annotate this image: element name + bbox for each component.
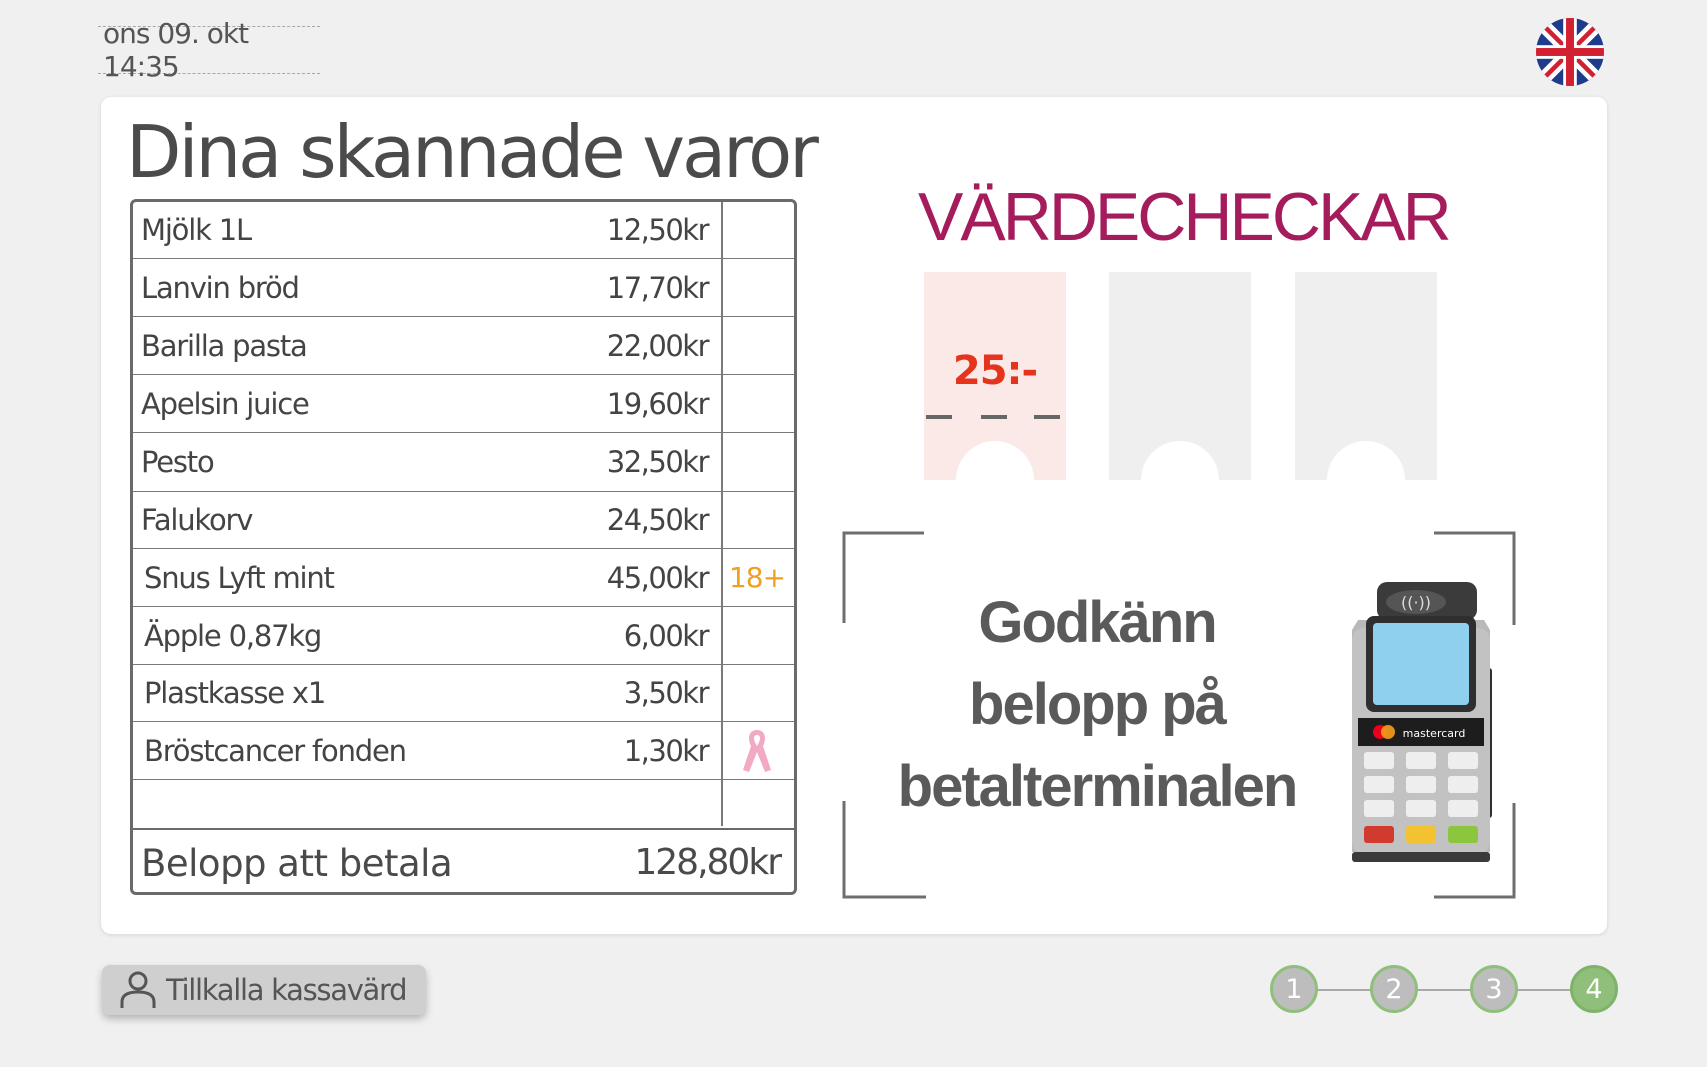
svg-text:((·)): ((·)) bbox=[1401, 593, 1431, 612]
item-price: 1,30kr bbox=[623, 733, 710, 768]
call-attendant-button[interactable]: Tillkalla kassavärd bbox=[102, 965, 426, 1015]
item-name: Bröstcancer fonden bbox=[144, 733, 407, 768]
step-2: 2 bbox=[1370, 965, 1418, 1013]
voucher-empty bbox=[1295, 272, 1437, 482]
table-row: Snus Lyft mint 45,00kr 18+ bbox=[133, 549, 794, 607]
table-row: Lanvin bröd 17,70kr bbox=[133, 259, 794, 317]
item-name: Äpple 0,87kg bbox=[144, 618, 322, 653]
step-3: 3 bbox=[1470, 965, 1518, 1013]
table-row: Äpple 0,87kg 6,00kr bbox=[133, 607, 794, 665]
uk-flag-icon[interactable] bbox=[1536, 18, 1604, 86]
terminal-message: Godkänn belopp på betalterminalen bbox=[862, 582, 1332, 828]
progress-steps: 1 2 3 4 bbox=[1270, 962, 1620, 1018]
item-name: Pesto bbox=[141, 445, 215, 479]
table-row: Mjölk 1L 12,50kr bbox=[133, 202, 794, 259]
pink-ribbon-icon bbox=[743, 729, 771, 772]
item-price: 3,50kr bbox=[623, 676, 710, 710]
age-restriction-badge: 18+ bbox=[728, 561, 786, 594]
item-name: Plastkasse x1 bbox=[144, 676, 326, 710]
item-price: 45,00kr bbox=[606, 560, 710, 595]
item-price: 32,50kr bbox=[606, 445, 710, 479]
item-name: Apelsin juice bbox=[141, 386, 310, 421]
table-row: Barilla pasta 22,00kr bbox=[133, 317, 794, 375]
datetime-display: ons 09. okt 14:35 bbox=[98, 17, 320, 83]
total-label: Belopp att betala bbox=[141, 842, 453, 885]
step-connector bbox=[1418, 989, 1472, 991]
call-attendant-label: Tillkalla kassavärd bbox=[166, 973, 408, 1007]
item-price: 17,70kr bbox=[606, 270, 710, 305]
card-brand-label: mastercard bbox=[1403, 727, 1466, 740]
step-connector bbox=[1318, 989, 1372, 991]
step-1: 1 bbox=[1270, 965, 1318, 1013]
table-row: Plastkasse x1 3,50kr bbox=[133, 665, 794, 722]
item-price: 12,50kr bbox=[606, 213, 710, 247]
step-connector bbox=[1518, 989, 1572, 991]
person-icon bbox=[120, 971, 156, 1008]
table-row: Pesto 32,50kr bbox=[133, 433, 794, 492]
item-name: Mjölk 1L bbox=[141, 213, 252, 247]
item-name: Lanvin bröd bbox=[141, 270, 300, 305]
item-name: Barilla pasta bbox=[141, 328, 308, 363]
item-name: Snus Lyft mint bbox=[144, 560, 335, 595]
item-price: 24,50kr bbox=[606, 503, 710, 537]
voucher-used: 25:- bbox=[924, 272, 1066, 482]
table-row: Falukorv 24,50kr bbox=[133, 492, 794, 549]
item-name: Falukorv bbox=[141, 503, 253, 537]
terminal-message-line: Godkänn bbox=[978, 590, 1217, 655]
table-row: Bröstcancer fonden 1,30kr bbox=[133, 722, 794, 780]
receipt-table: Mjölk 1L 12,50kr Lanvin bröd 17,70kr Bar… bbox=[130, 199, 797, 895]
terminal-message-line: belopp på bbox=[969, 672, 1227, 737]
total-amount: 128,80kr bbox=[634, 842, 782, 883]
item-price: 22,00kr bbox=[606, 328, 710, 363]
item-price: 6,00kr bbox=[623, 618, 710, 653]
scanned-items-title: Dina skannade varor bbox=[126, 110, 819, 194]
payment-terminal-icon: ((·)) mastercard bbox=[1352, 582, 1492, 862]
voucher-empty bbox=[1109, 272, 1251, 482]
terminal-message-line: betalterminalen bbox=[897, 754, 1299, 819]
step-4-active: 4 bbox=[1570, 965, 1618, 1013]
voucher-amount: 25:- bbox=[952, 348, 1038, 394]
vouchers-title: VÄRDECHECKAR bbox=[918, 179, 1452, 255]
table-row: Apelsin juice 19,60kr bbox=[133, 375, 794, 433]
total-row: Belopp att betala 128,80kr bbox=[133, 828, 794, 892]
item-price: 19,60kr bbox=[606, 386, 710, 421]
